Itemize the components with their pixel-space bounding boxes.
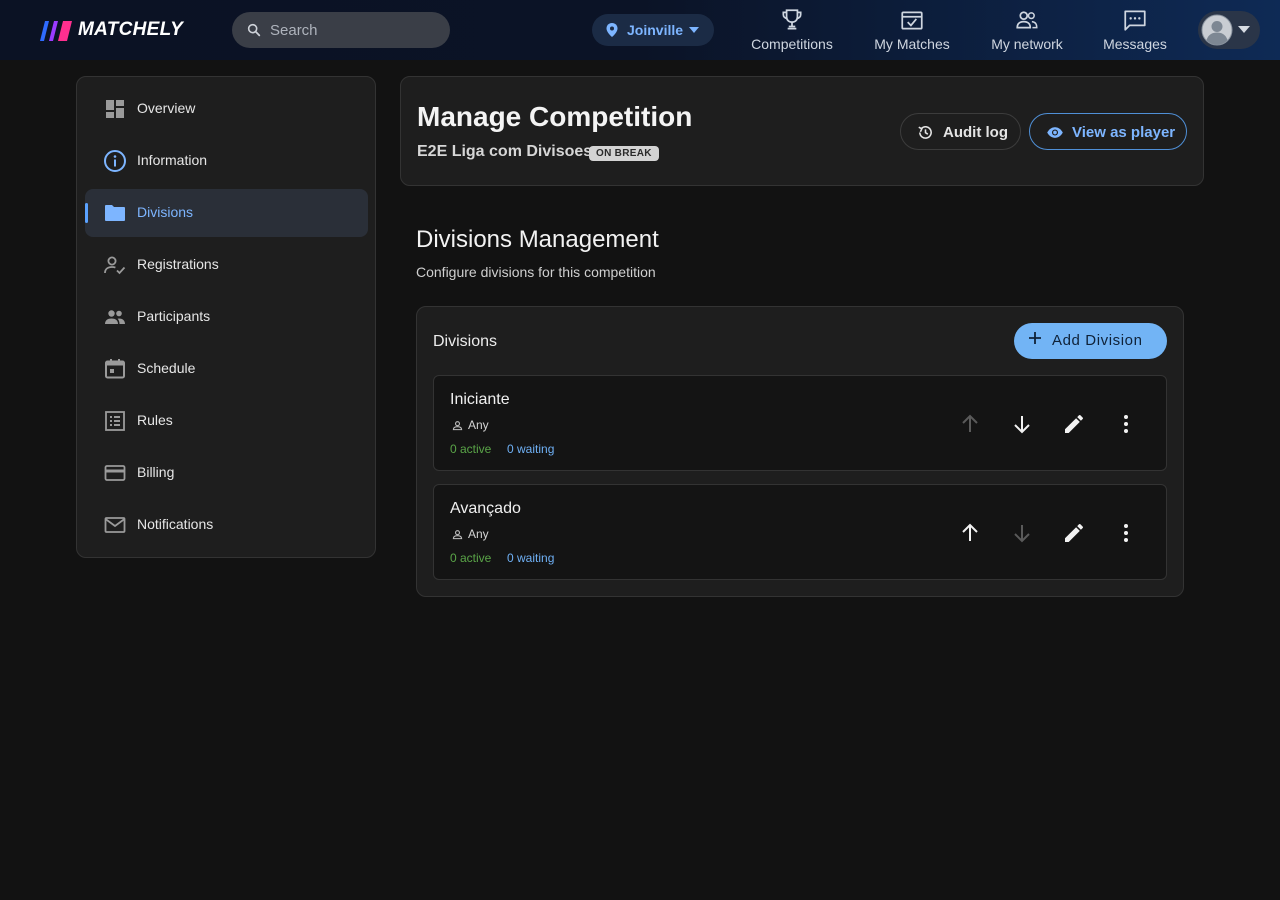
eye-icon <box>1047 127 1063 138</box>
app-logo[interactable]: MATCHELY <box>36 16 183 44</box>
divisions-card: Divisions Add Division Iniciante Any 0 a… <box>416 306 1184 597</box>
sidebar-item-participants[interactable]: Participants <box>85 293 368 341</box>
nav-my-matches[interactable]: My Matches <box>872 6 952 56</box>
section-subtitle: Configure divisions for this competition <box>416 264 656 280</box>
folder-icon <box>105 205 125 221</box>
location-selector[interactable]: Joinville <box>592 14 714 46</box>
sidebar-item-schedule[interactable]: Schedule <box>85 345 368 393</box>
waiting-count: 0 waiting <box>507 551 555 565</box>
logo-mark-icon <box>40 21 72 41</box>
edit-pencil-icon[interactable] <box>1062 412 1086 436</box>
arrow-down-icon[interactable] <box>1010 521 1034 545</box>
page-title: Manage Competition <box>417 101 693 132</box>
person-icon <box>452 530 463 540</box>
sidebar-item-label: Divisions <box>137 204 194 220</box>
mail-icon <box>104 517 126 533</box>
search-box[interactable] <box>232 12 450 48</box>
arrow-down-icon[interactable] <box>1010 412 1034 436</box>
nav-my-network-label: My network <box>991 36 1063 52</box>
avatar-icon <box>1201 14 1233 46</box>
competition-sidebar: Overview Information Divisions Registrat… <box>76 76 376 558</box>
status-badge: ON BREAK <box>589 146 659 161</box>
nav-my-network[interactable]: My network <box>988 6 1066 56</box>
nav-messages-label: Messages <box>1103 36 1167 52</box>
add-division-label: Add Division <box>1052 332 1143 349</box>
app-name: MATCHELY <box>78 19 184 40</box>
division-gender: Any <box>468 527 489 541</box>
more-vert-icon[interactable] <box>1114 412 1138 436</box>
chevron-down-icon <box>1238 26 1250 33</box>
credit-card-icon <box>104 465 126 481</box>
audit-log-button[interactable]: Audit log <box>900 113 1021 150</box>
list-icon <box>105 411 125 431</box>
audit-log-label: Audit log <box>943 124 1008 141</box>
history-icon <box>918 126 932 139</box>
calendar-check-icon <box>901 11 923 30</box>
user-menu-button[interactable] <box>1198 11 1260 49</box>
sidebar-item-notifications[interactable]: Notifications <box>85 501 368 549</box>
plus-icon <box>1029 332 1041 344</box>
add-division-button[interactable]: Add Division <box>1014 323 1167 359</box>
calendar-icon <box>105 359 125 379</box>
sidebar-item-information[interactable]: Information <box>85 137 368 185</box>
nav-messages[interactable]: Messages <box>1102 6 1168 56</box>
sidebar-item-registrations[interactable]: Registrations <box>85 241 368 289</box>
active-count: 0 active <box>450 551 492 565</box>
competition-name: E2E Liga com Divisoes <box>417 143 593 160</box>
person-icon <box>452 421 463 431</box>
view-as-player-button[interactable]: View as player <box>1029 113 1187 150</box>
location-pin-icon <box>606 23 618 37</box>
more-vert-icon[interactable] <box>1114 521 1138 545</box>
section-title: Divisions Management <box>416 226 659 253</box>
division-name: Iniciante <box>450 391 510 408</box>
sidebar-item-billing[interactable]: Billing <box>85 449 368 497</box>
nav-my-matches-label: My Matches <box>874 36 950 52</box>
sidebar-item-label: Notifications <box>137 516 214 532</box>
waiting-count: 0 waiting <box>507 442 555 456</box>
edit-pencil-icon[interactable] <box>1062 521 1086 545</box>
sidebar-item-overview[interactable]: Overview <box>85 85 368 133</box>
sidebar-item-rules[interactable]: Rules <box>85 397 368 445</box>
sidebar-item-label: Participants <box>137 308 211 324</box>
sidebar-item-label: Information <box>137 152 208 168</box>
chevron-down-icon <box>689 27 699 33</box>
location-label: Joinville <box>627 22 684 38</box>
view-as-player-label: View as player <box>1072 124 1176 141</box>
top-app-bar: MATCHELY Joinville Competitions <box>0 0 1280 60</box>
people-icon <box>1016 11 1038 29</box>
sidebar-item-label: Billing <box>137 464 175 480</box>
trophy-icon <box>782 9 802 30</box>
sidebar-item-divisions[interactable]: Divisions <box>85 189 368 237</box>
nav-competitions[interactable]: Competitions <box>750 6 834 56</box>
sidebar-item-label: Overview <box>137 100 196 116</box>
search-icon <box>247 23 261 37</box>
division-gender: Any <box>468 418 489 432</box>
search-input[interactable] <box>270 12 440 48</box>
arrow-up-icon[interactable] <box>958 521 982 545</box>
sidebar-item-label: Registrations <box>137 256 219 272</box>
divisions-card-title: Divisions <box>433 333 498 350</box>
sidebar-item-label: Rules <box>137 412 173 428</box>
competition-header: Manage Competition E2E Liga com Divisoes… <box>400 76 1204 186</box>
group-icon <box>105 310 125 324</box>
division-row: Iniciante Any 0 active 0 waiting <box>433 375 1167 471</box>
sidebar-item-label: Schedule <box>137 360 196 376</box>
division-row: Avançado Any 0 active 0 waiting <box>433 484 1167 580</box>
chat-icon <box>1124 10 1146 31</box>
person-check-icon <box>104 256 126 275</box>
division-name: Avançado <box>450 500 521 517</box>
arrow-up-icon[interactable] <box>958 412 982 436</box>
nav-competitions-label: Competitions <box>751 36 833 52</box>
info-icon <box>104 150 126 172</box>
active-count: 0 active <box>450 442 492 456</box>
dashboard-icon <box>106 100 124 118</box>
